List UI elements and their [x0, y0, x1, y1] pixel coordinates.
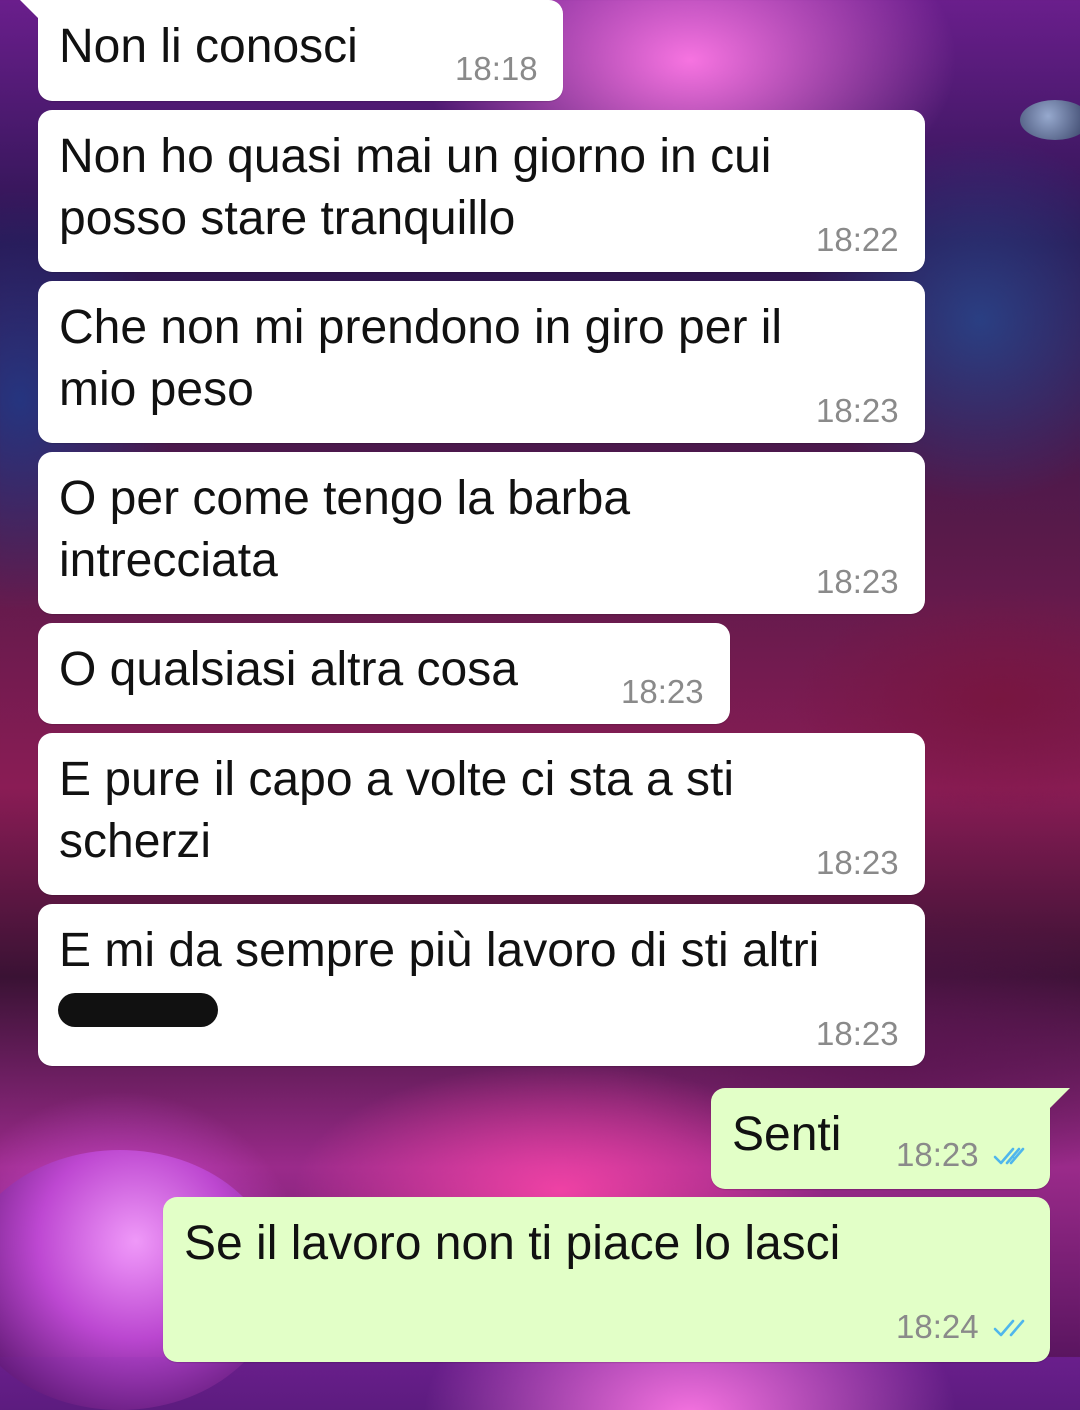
message-text: Senti: [732, 1108, 842, 1161]
bubble-tail: [20, 0, 42, 22]
message-time: 18:23: [816, 392, 899, 429]
message-text: Che non mi prendono in giro per il mio p…: [59, 301, 783, 416]
read-double-check-icon: [993, 1147, 1025, 1165]
message-time: 18:24: [896, 1308, 979, 1345]
message-text: Se il lavoro non ti piace lo lasci: [184, 1217, 841, 1270]
message-time: 18:23: [816, 563, 899, 600]
message-incoming[interactable]: E mi da sempre più lavoro di sti altri 1…: [38, 904, 925, 1066]
message-incoming[interactable]: O qualsiasi altra cosa 18:23: [38, 623, 730, 724]
background-planet-small: [1020, 100, 1080, 140]
message-time: 18:23: [896, 1136, 979, 1173]
message-incoming[interactable]: Non li conosci 18:18: [20, 0, 563, 101]
message-text: E mi da sempre più lavoro di sti altri: [59, 924, 820, 977]
message-time: 18:22: [816, 221, 899, 258]
bubble-tail: [1048, 1088, 1070, 1110]
message-outgoing[interactable]: Se il lavoro non ti piace lo lasci 18:24: [163, 1197, 1050, 1362]
read-double-check-icon: [993, 1319, 1025, 1337]
message-incoming[interactable]: Non ho quasi mai un giorno in cui posso …: [38, 110, 925, 272]
message-time: 18:23: [621, 673, 704, 710]
redacted-word-scribble: [58, 993, 218, 1027]
message-outgoing[interactable]: Senti 18:23: [711, 1088, 1070, 1189]
message-incoming[interactable]: E pure il capo a volte ci sta a sti sche…: [38, 733, 925, 895]
message-incoming[interactable]: Che non mi prendono in giro per il mio p…: [38, 281, 925, 443]
message-text: O qualsiasi altra cosa: [59, 643, 518, 696]
message-text: Non li conosci: [59, 20, 358, 73]
message-text: Non ho quasi mai un giorno in cui posso …: [59, 130, 772, 245]
message-time: 18:23: [816, 844, 899, 881]
message-time: 18:23: [816, 1015, 899, 1052]
message-incoming[interactable]: O per come tengo la barba intrecciata 18…: [38, 452, 925, 614]
message-text: O per come tengo la barba intrecciata: [59, 472, 631, 587]
message-text: E pure il capo a volte ci sta a sti sche…: [59, 753, 734, 868]
message-time: 18:18: [455, 50, 538, 87]
